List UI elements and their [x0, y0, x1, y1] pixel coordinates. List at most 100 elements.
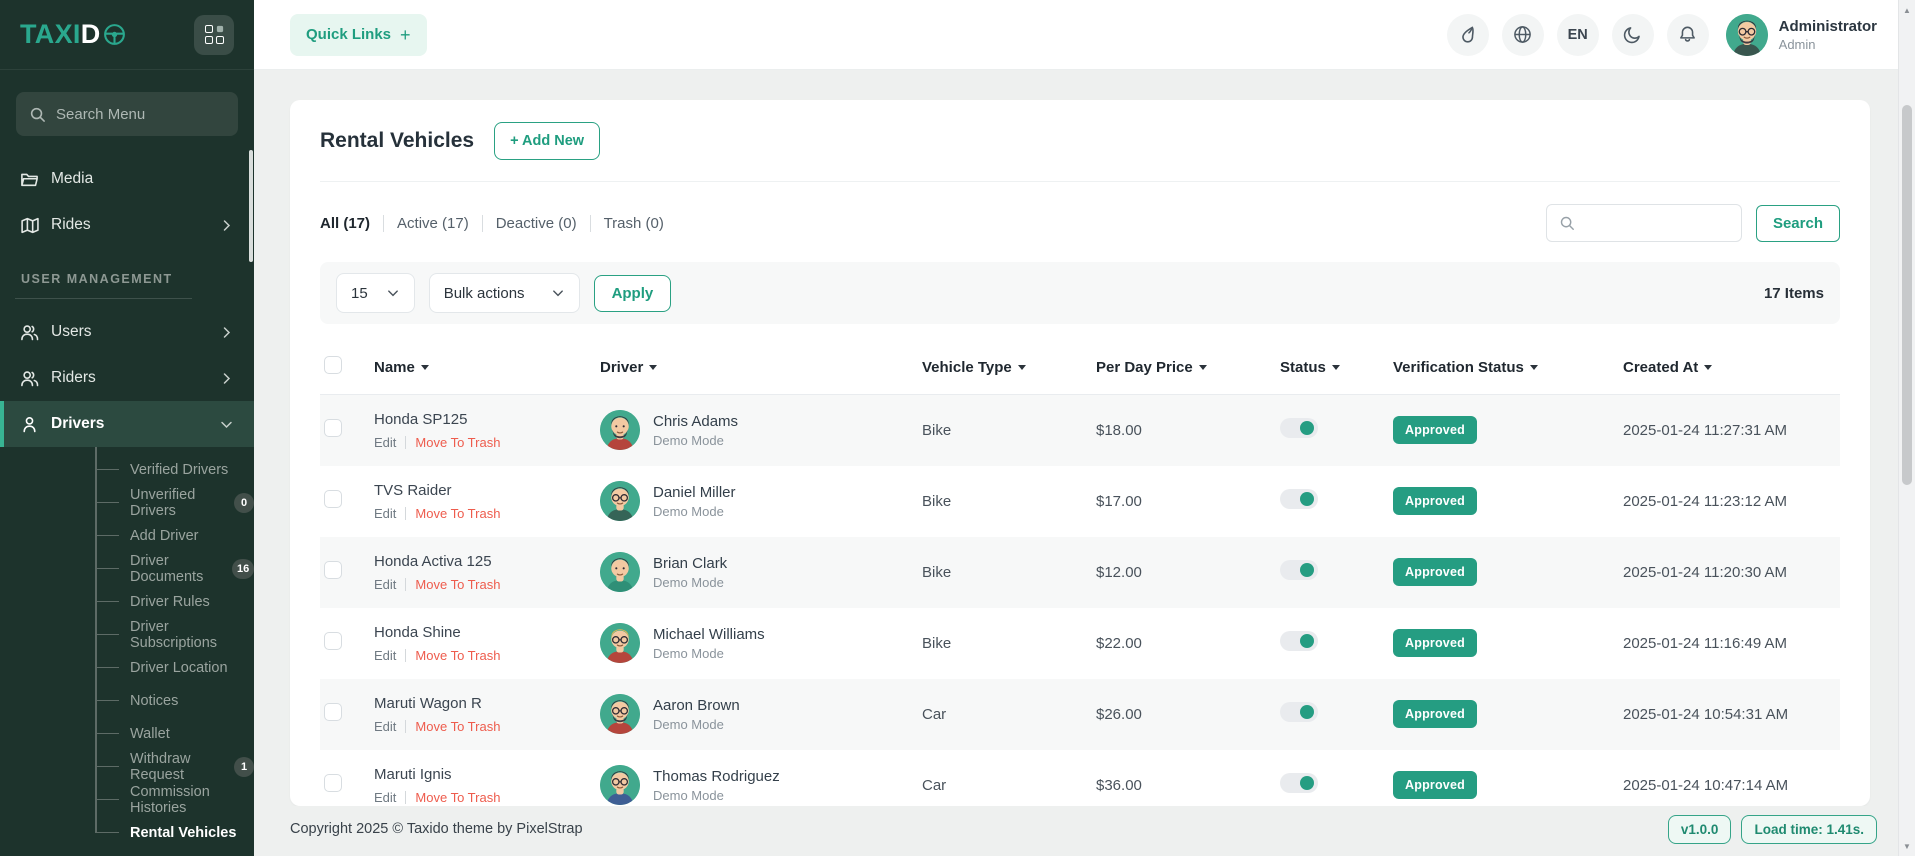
sidebar-subitem-notices[interactable]: Notices: [0, 684, 254, 717]
column-header-verification-status[interactable]: Verification Status: [1385, 340, 1615, 395]
subitem-label: Verified Drivers: [130, 462, 228, 478]
driver-subtitle: Demo Mode: [653, 788, 780, 803]
column-header-name[interactable]: Name: [366, 340, 592, 395]
sidebar-subitem-driver-location[interactable]: Driver Location: [0, 651, 254, 684]
row-checkbox[interactable]: [324, 490, 342, 508]
edit-link[interactable]: Edit: [374, 719, 396, 734]
filter-tab[interactable]: Active (17): [384, 215, 483, 232]
status-toggle[interactable]: [1280, 489, 1318, 509]
vehicle-name-link[interactable]: Honda SP125: [374, 411, 584, 428]
window-scrollbar[interactable]: ▲ ▼: [1898, 0, 1915, 856]
edit-link[interactable]: Edit: [374, 435, 396, 450]
move-to-trash-link[interactable]: Move To Trash: [415, 648, 500, 663]
column-header-driver[interactable]: Driver: [592, 340, 914, 395]
sidebar-subitem-unverified-drivers[interactable]: Unverified Drivers0: [0, 486, 254, 519]
vehicle-type: Car: [914, 679, 1088, 750]
edit-link[interactable]: Edit: [374, 577, 396, 592]
sidebar-scrollbar-thumb[interactable]: [249, 150, 253, 262]
sidebar-subitem-driver-rules[interactable]: Driver Rules: [0, 585, 254, 618]
move-to-trash-link[interactable]: Move To Trash: [415, 719, 500, 734]
sidebar-item-riders[interactable]: Riders: [0, 355, 254, 401]
chevron-right-icon: [219, 371, 234, 386]
sort-caret-icon: [1530, 365, 1538, 370]
tabs-row: All (17)Active (17)Deactive (0)Trash (0)…: [320, 204, 1840, 242]
select-all-checkbox[interactable]: [324, 356, 342, 374]
quick-links-button[interactable]: Quick Links +: [290, 14, 427, 56]
vehicle-name-link[interactable]: Honda Shine: [374, 624, 584, 641]
notifications-button[interactable]: [1667, 14, 1709, 56]
table-search-input[interactable]: [1584, 215, 1729, 231]
column-header-vehicle-type[interactable]: Vehicle Type: [914, 340, 1088, 395]
edit-link[interactable]: Edit: [374, 506, 396, 521]
column-header-per-day-price[interactable]: Per Day Price: [1088, 340, 1272, 395]
vehicle-name-link[interactable]: Maruti Ignis: [374, 766, 584, 783]
sidebar-subitem-rental-vehicles[interactable]: Rental Vehicles: [0, 816, 254, 849]
sidebar-item-drivers[interactable]: Drivers: [0, 401, 254, 447]
version-badge[interactable]: v1.0.0: [1668, 815, 1732, 844]
add-new-button[interactable]: + Add New: [494, 122, 600, 160]
status-toggle[interactable]: [1280, 418, 1318, 438]
driver-subnav: Verified Drivers Unverified Drivers0 Add D…: [0, 447, 254, 849]
row-checkbox[interactable]: [324, 703, 342, 721]
footer: Copyright 2025 © Taxido theme by PixelSt…: [254, 806, 1915, 856]
subitem-label: Rental Vehicles: [130, 825, 236, 841]
language-code-button[interactable]: EN: [1557, 14, 1599, 56]
move-to-trash-link[interactable]: Move To Trash: [415, 506, 500, 521]
table-row: Maruti Ignis Edit Move To Trash Thomas R…: [320, 750, 1840, 807]
scroll-up-arrow-icon[interactable]: ▲: [1899, 2, 1915, 18]
search-button[interactable]: Search: [1756, 205, 1840, 242]
sidebar-search-input[interactable]: [56, 106, 225, 123]
status-toggle[interactable]: [1280, 702, 1318, 722]
subitem-label: Add Driver: [130, 528, 199, 544]
sidebar-item-rides[interactable]: Rides: [0, 202, 254, 248]
subitem-label: Unverified Drivers: [130, 487, 224, 519]
sidebar-search[interactable]: [16, 92, 238, 136]
status-toggle[interactable]: [1280, 773, 1318, 793]
edit-link[interactable]: Edit: [374, 790, 396, 805]
filter-tab[interactable]: All (17): [320, 215, 384, 232]
sidebar-subitem-add-driver[interactable]: Add Driver: [0, 519, 254, 552]
status-toggle[interactable]: [1280, 631, 1318, 651]
verification-badge: Approved: [1393, 771, 1477, 799]
window-scrollbar-thumb[interactable]: [1902, 105, 1912, 485]
move-to-trash-link[interactable]: Move To Trash: [415, 577, 500, 592]
driver-avatar: [600, 623, 640, 663]
vehicle-name-link[interactable]: TVS Raider: [374, 482, 584, 499]
filter-tab[interactable]: Trash (0): [591, 215, 677, 232]
sidebar-item-media[interactable]: Media: [0, 156, 254, 202]
apply-button[interactable]: Apply: [594, 275, 672, 312]
move-to-trash-link[interactable]: Move To Trash: [415, 790, 500, 805]
row-checkbox[interactable]: [324, 419, 342, 437]
subitem-label: Commission Histories: [130, 784, 254, 816]
vehicle-name-link[interactable]: Honda Activa 125: [374, 553, 584, 570]
sidebar-subitem-driver-documents[interactable]: Driver Documents16: [0, 552, 254, 585]
dark-mode-button[interactable]: [1612, 14, 1654, 56]
row-checkbox[interactable]: [324, 561, 342, 579]
table-search-box[interactable]: [1546, 204, 1742, 242]
status-toggle[interactable]: [1280, 560, 1318, 580]
sidebar-subitem-commission-histories[interactable]: Commission Histories: [0, 783, 254, 816]
row-checkbox[interactable]: [324, 774, 342, 792]
edit-link[interactable]: Edit: [374, 648, 396, 663]
row-checkbox[interactable]: [324, 632, 342, 650]
sidebar-subitem-withdraw-request[interactable]: Withdraw Request1: [0, 750, 254, 783]
scroll-down-arrow-icon[interactable]: ▼: [1899, 838, 1915, 854]
sidebar-subitem-wallet[interactable]: Wallet: [0, 717, 254, 750]
theme-customizer-button[interactable]: [1447, 14, 1489, 56]
vehicle-name-link[interactable]: Maruti Wagon R: [374, 695, 584, 712]
row-actions: Edit Move To Trash: [374, 648, 584, 663]
sort-caret-icon: [1704, 365, 1712, 370]
per-page-select[interactable]: 15: [336, 273, 415, 313]
language-globe-button[interactable]: [1502, 14, 1544, 56]
column-header-status[interactable]: Status: [1272, 340, 1385, 395]
filter-tab[interactable]: Deactive (0): [483, 215, 591, 232]
sidebar-collapse-button[interactable]: [194, 15, 234, 55]
column-header-created-at[interactable]: Created At: [1615, 340, 1840, 395]
sidebar-subitem-verified-drivers[interactable]: Verified Drivers: [0, 453, 254, 486]
move-to-trash-link[interactable]: Move To Trash: [415, 435, 500, 450]
user-menu[interactable]: Administrator Admin: [1726, 14, 1877, 56]
sidebar-item-users[interactable]: Users: [0, 309, 254, 355]
sidebar-subitem-driver-subscriptions[interactable]: Driver Subscriptions: [0, 618, 254, 651]
toggle-knob: [1300, 492, 1314, 506]
bulk-actions-select[interactable]: Bulk actions: [429, 273, 580, 313]
